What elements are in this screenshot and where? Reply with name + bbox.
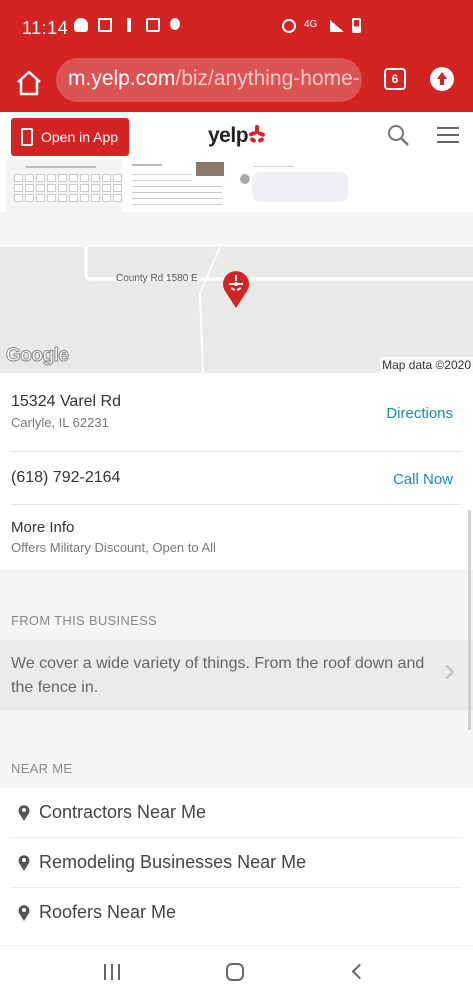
back-icon[interactable] xyxy=(351,963,368,980)
home-nav-icon[interactable] xyxy=(226,963,244,981)
image-icon xyxy=(146,18,160,32)
address-row[interactable]: 15324 Varel Rd Carlyle, IL 62231 Directi… xyxy=(0,373,473,452)
download-icon xyxy=(127,18,131,32)
map-roads xyxy=(84,247,473,373)
photo-thumbnail[interactable] xyxy=(6,160,122,212)
url-field[interactable]: m.yelp.com/biz/anything-home- xyxy=(56,58,362,102)
from-business-title: FROM THIS BUSINESS xyxy=(11,613,158,628)
near-me-title: NEAR ME xyxy=(11,761,73,776)
open-in-app-label: Open in App xyxy=(41,129,119,145)
near-me-item[interactable]: Contractors Near Me xyxy=(0,788,473,838)
signal-icon xyxy=(330,19,344,32)
map-road-label: County Rd 1580 E xyxy=(116,273,198,284)
notification-icons xyxy=(74,18,180,32)
phone-number: (618) 792-2164 xyxy=(11,469,121,486)
status-time: 11:14 xyxy=(22,18,69,38)
yelp-logo[interactable]: yelp xyxy=(208,124,249,148)
more-info-title: More Info xyxy=(11,519,75,536)
more-info-row[interactable]: More Info Offers Military Discount, Open… xyxy=(0,505,473,569)
browser-toolbar: m.yelp.com/biz/anything-home- 6 xyxy=(0,58,473,112)
menu-icon[interactable] xyxy=(437,127,459,145)
from-business-header: FROM THIS BUSINESS xyxy=(0,569,473,640)
tabs-button[interactable]: 6 xyxy=(384,68,406,90)
url-host: m.yelp.com xyxy=(68,67,176,90)
phone-icon xyxy=(21,128,33,146)
near-me-item-label: Roofers Near Me xyxy=(39,902,177,922)
business-map[interactable]: County Rd 1580 E Google Map data ©2020 xyxy=(0,247,473,373)
more-info-detail: Offers Military Discount, Open to All xyxy=(11,540,216,555)
url-text: m.yelp.com/biz/anything-home- xyxy=(68,67,360,91)
yelp-header: Open in App yelp xyxy=(0,112,473,160)
near-me-header: NEAR ME xyxy=(0,711,473,788)
system-icons: 4G xyxy=(282,18,361,33)
map-credit: Map data ©2020 xyxy=(380,357,473,373)
yelp-burst-icon xyxy=(249,125,265,143)
location-pin-icon xyxy=(18,855,30,871)
directions-link[interactable]: Directions xyxy=(386,405,453,422)
location-pin-icon xyxy=(18,905,30,921)
photo-thumbnail[interactable] xyxy=(234,160,354,212)
bulb-icon xyxy=(170,18,180,30)
google-logo: Google xyxy=(5,345,69,367)
phone-row[interactable]: (618) 792-2164 Call Now xyxy=(0,452,473,505)
section-spacer xyxy=(0,212,473,247)
home-icon[interactable] xyxy=(14,68,44,98)
status-bar: 11:14 4G xyxy=(0,0,473,58)
recent-apps-icon[interactable] xyxy=(104,964,122,980)
open-in-app-button[interactable]: Open in App xyxy=(11,118,129,156)
business-description-text: We cover a wide variety of things. From … xyxy=(11,655,425,696)
url-path: /biz/anything-home- xyxy=(175,67,360,90)
map-pin-icon[interactable] xyxy=(221,271,251,309)
chevron-right-icon xyxy=(439,664,455,680)
alarm-icon xyxy=(282,18,296,33)
photo-thumbnail[interactable] xyxy=(128,160,228,212)
update-icon[interactable] xyxy=(430,67,454,91)
street-address: 15324 Varel Rd xyxy=(11,393,121,410)
battery-icon xyxy=(352,18,361,33)
snapchat-icon xyxy=(74,18,88,32)
scrollbar[interactable] xyxy=(468,510,471,730)
near-me-item-label: Contractors Near Me xyxy=(39,802,207,822)
photo-strip[interactable] xyxy=(0,160,473,212)
system-nav-bar xyxy=(0,945,473,1000)
business-description[interactable]: We cover a wide variety of things. From … xyxy=(0,640,473,711)
network-type: 4G xyxy=(304,18,318,30)
near-me-item[interactable]: Roofers Near Me xyxy=(0,888,473,938)
city-address: Carlyle, IL 62231 xyxy=(11,415,109,430)
call-now-link[interactable]: Call Now xyxy=(393,471,453,488)
search-icon[interactable] xyxy=(387,124,409,146)
mail-icon xyxy=(98,18,112,32)
location-pin-icon xyxy=(18,805,30,821)
near-me-item[interactable]: Remodeling Businesses Near Me xyxy=(0,838,473,888)
near-me-item-label: Remodeling Businesses Near Me xyxy=(39,852,307,872)
